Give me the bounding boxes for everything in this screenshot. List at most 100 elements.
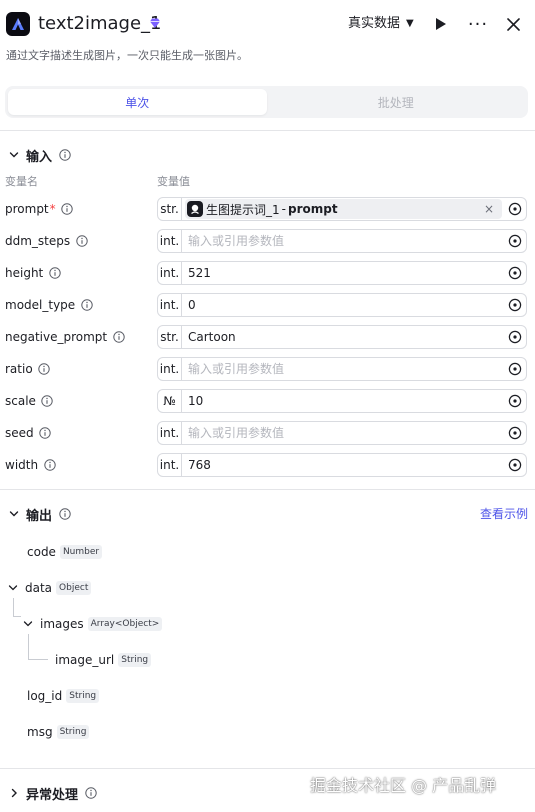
output-field-type: Number xyxy=(59,545,103,559)
type-tag: int. xyxy=(158,294,182,316)
type-tag: int. xyxy=(158,230,182,252)
output-field-name: msg xyxy=(27,725,53,739)
output-field-type: String xyxy=(66,689,100,703)
param-row-prompt: prompt * str. 生图提示词_1 - prompt × xyxy=(0,197,535,221)
error-handling-section-header[interactable]: 异常处理 xyxy=(8,783,97,803)
param-label: ratio xyxy=(5,362,33,376)
divider xyxy=(0,489,535,490)
info-icon[interactable] xyxy=(43,459,56,472)
prompt-input[interactable]: str. 生图提示词_1 - prompt × xyxy=(157,197,527,221)
reference-target-icon[interactable] xyxy=(504,390,526,412)
run-button[interactable] xyxy=(430,13,452,35)
output-field-images[interactable]: images Array<Object> xyxy=(22,615,163,633)
variable-reference[interactable]: 生图提示词_1 - prompt × xyxy=(185,199,502,219)
reference-target-icon[interactable] xyxy=(504,198,526,220)
value-text[interactable]: 521 xyxy=(182,262,504,284)
value-text[interactable]: 0 xyxy=(182,294,504,316)
param-row-ratio: ratio int. 输入或引用参数值 xyxy=(0,357,535,381)
chevron-down-icon[interactable] xyxy=(8,508,20,520)
info-icon[interactable] xyxy=(58,508,71,521)
value-text[interactable]: 768 xyxy=(182,454,504,476)
width-input[interactable]: int. 768 xyxy=(157,453,527,477)
value-placeholder[interactable]: 输入或引用参数值 xyxy=(182,358,504,380)
info-icon[interactable] xyxy=(84,787,97,800)
data-mode-dropdown[interactable]: 真实数据 ▼ xyxy=(348,14,414,34)
value-text[interactable]: 10 xyxy=(182,390,504,412)
output-section-title: 输出 xyxy=(26,508,53,524)
data-mode-label: 真实数据 xyxy=(348,16,401,31)
tree-connector xyxy=(28,659,48,660)
output-field-log-id: log_id String xyxy=(27,687,100,705)
output-field-image-url: image_url String xyxy=(55,651,152,669)
model-type-input[interactable]: int. 0 xyxy=(157,293,527,317)
divider xyxy=(0,768,535,769)
tree-connector xyxy=(28,634,29,659)
more-options-button[interactable]: ··· xyxy=(465,13,491,35)
reference-target-icon[interactable] xyxy=(504,454,526,476)
output-field-msg: msg String xyxy=(27,723,90,741)
info-icon[interactable] xyxy=(38,363,51,376)
info-icon[interactable] xyxy=(41,395,54,408)
reference-target-icon[interactable] xyxy=(504,230,526,252)
reference-target-icon[interactable] xyxy=(504,326,526,348)
close-button[interactable] xyxy=(502,13,524,35)
close-icon xyxy=(506,17,520,31)
param-row-model-type: model_type int. 0 xyxy=(0,293,535,317)
reference-target-icon[interactable] xyxy=(504,422,526,444)
param-label: model_type xyxy=(5,298,76,312)
output-field-name: data xyxy=(25,581,53,595)
ratio-input[interactable]: int. 输入或引用参数值 xyxy=(157,357,527,381)
param-label: ddm_steps xyxy=(5,234,71,248)
ddm-steps-input[interactable]: int. 输入或引用参数值 xyxy=(157,229,527,253)
node-avatar-icon xyxy=(187,201,203,217)
type-tag: str. xyxy=(158,198,182,220)
input-section-header[interactable]: 输入 xyxy=(8,145,71,165)
param-row-width: width int. 768 xyxy=(0,453,535,477)
output-field-name: log_id xyxy=(27,689,63,703)
reference-target-icon[interactable] xyxy=(504,294,526,316)
node-title: text2image_1 xyxy=(38,13,162,34)
info-icon[interactable] xyxy=(112,331,125,344)
info-icon[interactable] xyxy=(80,299,93,312)
reference-target-icon[interactable] xyxy=(504,358,526,380)
view-example-link[interactable]: 查看示例 xyxy=(480,505,528,523)
divider xyxy=(0,130,535,131)
height-input[interactable]: int. 521 xyxy=(157,261,527,285)
param-label: width xyxy=(5,458,39,472)
chevron-down-icon[interactable] xyxy=(7,582,19,594)
output-section-header[interactable]: 输出 xyxy=(8,504,71,524)
type-tag: № xyxy=(158,390,182,412)
info-icon[interactable] xyxy=(58,149,71,162)
type-tag: int. xyxy=(158,454,182,476)
info-icon[interactable] xyxy=(61,203,74,216)
tree-connector xyxy=(13,616,21,617)
reference-separator: - xyxy=(281,202,286,216)
param-row-negative-prompt: negative_prompt str. Cartoon xyxy=(0,325,535,349)
param-row-height: height int. 521 xyxy=(0,261,535,285)
clear-reference-icon[interactable]: × xyxy=(484,202,494,216)
tree-connector xyxy=(13,598,14,616)
info-icon[interactable] xyxy=(39,427,52,440)
tab-single[interactable]: 单次 xyxy=(8,89,267,115)
reference-target-icon[interactable] xyxy=(504,262,526,284)
type-tag: int. xyxy=(158,422,182,444)
chevron-down-icon[interactable] xyxy=(22,618,34,630)
mode-tabs: 单次 批处理 xyxy=(5,86,528,118)
play-icon xyxy=(436,18,446,30)
output-field-data[interactable]: data Object xyxy=(7,579,92,597)
tab-batch[interactable]: 批处理 xyxy=(267,89,526,115)
output-field-type: String xyxy=(56,725,90,739)
scale-input[interactable]: № 10 xyxy=(157,389,527,413)
type-tag: int. xyxy=(158,358,182,380)
info-icon[interactable] xyxy=(48,267,61,280)
value-placeholder[interactable]: 输入或引用参数值 xyxy=(182,230,504,252)
info-icon[interactable] xyxy=(75,235,88,248)
value-text[interactable]: Cartoon xyxy=(182,326,504,348)
chevron-down-icon[interactable] xyxy=(8,149,20,161)
node-header: text2image_1 真实数据 ▼ ··· xyxy=(0,0,535,46)
seed-input[interactable]: int. 输入或引用参数值 xyxy=(157,421,527,445)
type-tag: str. xyxy=(158,326,182,348)
chevron-right-icon[interactable] xyxy=(8,787,20,799)
negative-prompt-input[interactable]: str. Cartoon xyxy=(157,325,527,349)
value-placeholder[interactable]: 输入或引用参数值 xyxy=(182,422,504,444)
